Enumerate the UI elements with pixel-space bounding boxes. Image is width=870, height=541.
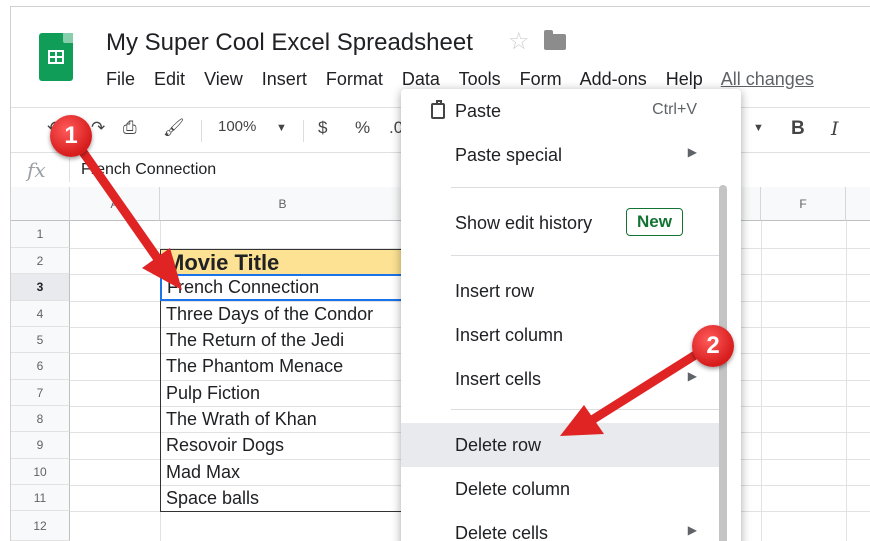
row-header[interactable]: 8 xyxy=(11,406,70,432)
submenu-arrow-icon: ▶ xyxy=(687,369,697,383)
chevron-down-icon[interactable]: ▼ xyxy=(276,122,287,134)
column-header-a[interactable]: A xyxy=(70,187,160,221)
menu-item-delete-cells[interactable]: Delete cells ▶ xyxy=(401,511,719,541)
app-window: My Super Cool Excel Spreadsheet ☆ File E… xyxy=(10,6,870,541)
menu-file[interactable]: File xyxy=(106,69,135,89)
row-header[interactable]: 2 xyxy=(11,248,70,274)
menu-item-label: Show edit history xyxy=(455,213,593,233)
menu-view[interactable]: View xyxy=(204,69,243,89)
menu-insert[interactable]: Insert xyxy=(262,69,307,89)
menu-item-paste-special[interactable]: Paste special ▶ xyxy=(401,133,719,177)
row-header[interactable]: 7 xyxy=(11,380,70,406)
menu-item-insert-column[interactable]: Insert column xyxy=(401,313,719,357)
menu-item-label: Delete column xyxy=(455,479,571,499)
row-header[interactable]: 5 xyxy=(11,327,70,353)
menu-item-delete-row[interactable]: Delete row xyxy=(401,423,719,467)
row-header[interactable]: 6 xyxy=(11,353,70,380)
chevron-down-icon[interactable]: ▼ xyxy=(753,122,764,134)
row-header[interactable]: 9 xyxy=(11,432,70,459)
menu-item-insert-cells[interactable]: Insert cells ▶ xyxy=(401,357,719,401)
folder-icon[interactable] xyxy=(544,30,566,50)
cell-b4[interactable]: Three Days of the Condor xyxy=(160,301,404,327)
select-all-corner[interactable] xyxy=(11,187,70,221)
cell-b6[interactable]: The Phantom Menace xyxy=(160,353,404,380)
submenu-arrow-icon: ▶ xyxy=(687,145,697,159)
menu-data[interactable]: Data xyxy=(402,69,440,89)
shortcut-label: Ctrl+V xyxy=(652,101,697,118)
menu-item-label: Paste special xyxy=(455,145,563,165)
redo-icon[interactable]: ↷ xyxy=(91,118,105,138)
clipboard-icon xyxy=(431,100,445,119)
menu-bar: File Edit View Insert Format Data Tools … xyxy=(106,69,828,90)
row-header[interactable]: 11 xyxy=(11,485,70,511)
menu-item-label: Delete row xyxy=(455,435,542,455)
italic-button[interactable]: I xyxy=(831,118,839,140)
document-title[interactable]: My Super Cool Excel Spreadsheet xyxy=(106,29,473,57)
menu-help[interactable]: Help xyxy=(666,69,703,89)
menu-tools[interactable]: Tools xyxy=(459,69,501,89)
menu-form[interactable]: Form xyxy=(520,69,562,89)
menu-format[interactable]: Format xyxy=(326,69,383,89)
menu-edit[interactable]: Edit xyxy=(154,69,185,89)
menu-addons[interactable]: Add-ons xyxy=(580,69,647,89)
formula-input[interactable]: French Connection xyxy=(81,161,216,179)
context-menu: Paste Ctrl+V Paste special ▶ Show edit h… xyxy=(401,89,741,541)
submenu-arrow-icon: ▶ xyxy=(687,523,697,537)
menu-item-insert-row[interactable]: Insert row xyxy=(401,269,719,313)
menu-item-label: Insert row xyxy=(455,281,535,301)
cell-b2-header[interactable]: Movie Title xyxy=(160,249,404,275)
cell-b5[interactable]: The Return of the Jedi xyxy=(160,327,404,353)
row-header[interactable]: 12 xyxy=(11,511,70,541)
callout-badge-1: 1 xyxy=(50,115,92,157)
cell-b7[interactable]: Pulp Fiction xyxy=(160,380,404,406)
star-icon[interactable]: ☆ xyxy=(508,27,530,56)
menu-item-delete-column[interactable]: Delete column xyxy=(401,467,719,511)
column-header-g[interactable] xyxy=(846,187,870,221)
menu-item-paste[interactable]: Paste Ctrl+V xyxy=(401,89,719,133)
column-header-f[interactable]: F xyxy=(761,187,846,221)
cell-b10[interactable]: Mad Max xyxy=(160,459,404,485)
column-header-b[interactable]: B xyxy=(160,187,406,221)
percent-button[interactable]: % xyxy=(355,118,370,138)
sheets-logo-icon[interactable] xyxy=(39,33,73,81)
new-badge: New xyxy=(626,208,683,236)
all-changes-link[interactable]: All changes xyxy=(721,69,814,89)
cell-b11[interactable]: Space balls xyxy=(160,485,404,512)
cell-b8[interactable]: The Wrath of Khan xyxy=(160,406,404,432)
menu-item-label: Insert cells xyxy=(455,369,542,389)
paint-format-icon[interactable]: 🖌 xyxy=(163,118,185,138)
menu-item-show-edit-history[interactable]: Show edit history New xyxy=(401,201,719,245)
row-header[interactable]: 10 xyxy=(11,459,70,485)
zoom-select[interactable]: 100% xyxy=(218,118,256,135)
menu-item-label: Paste xyxy=(455,101,502,121)
row-header[interactable]: 4 xyxy=(11,301,70,327)
cell-b3-selected[interactable]: French Connection xyxy=(160,274,406,301)
menu-item-label: Delete cells xyxy=(455,523,549,541)
bold-button[interactable]: B xyxy=(791,118,805,140)
row-header-selected[interactable]: 3 xyxy=(11,274,70,301)
menu-item-label: Insert column xyxy=(455,325,564,345)
row-header[interactable]: 1 xyxy=(11,221,70,248)
currency-button[interactable]: $ xyxy=(318,118,327,138)
print-icon[interactable]: ⎙ xyxy=(123,118,137,138)
cell-b9[interactable]: Resovoir Dogs xyxy=(160,432,404,459)
fx-icon: fx xyxy=(27,158,46,182)
callout-badge-2: 2 xyxy=(692,325,734,367)
